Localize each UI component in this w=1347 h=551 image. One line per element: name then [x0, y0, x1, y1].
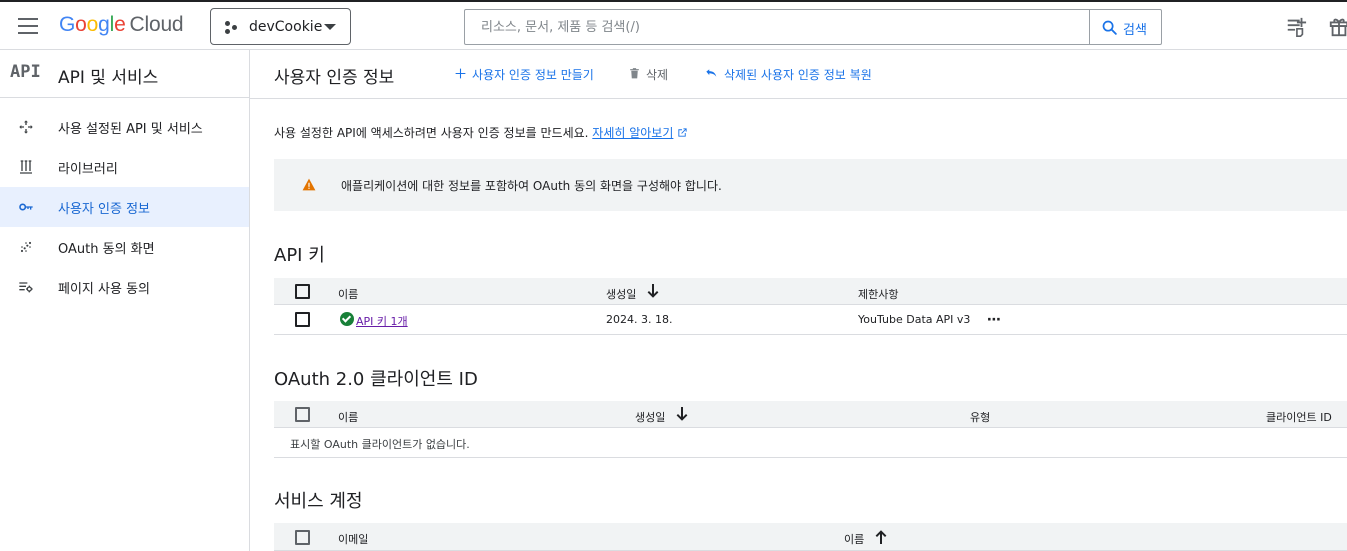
- chevron-down-icon: [324, 24, 336, 30]
- empty-message: 표시할 OAuth 클라이언트가 없습니다.: [290, 438, 470, 451]
- learn-more-link[interactable]: 자세히 알아보기: [592, 126, 673, 140]
- logo-letter: G: [59, 13, 76, 36]
- api-key-link[interactable]: API 키 1개: [356, 313, 408, 329]
- oauth-warning-banner: 애플리케이션에 대한 정보를 포함하여 OAuth 동의 화면을 구성해야 합니…: [274, 159, 1347, 211]
- service-accounts-title: 서비스 계정: [274, 491, 363, 512]
- table-header: 이메일 이름: [274, 523, 1347, 551]
- warning-icon: [302, 178, 316, 191]
- column-header-name[interactable]: 이름: [338, 409, 358, 425]
- column-header-email[interactable]: 이메일: [338, 531, 368, 547]
- create-credentials-button[interactable]: 사용자 인증 정보 만들기: [454, 66, 604, 82]
- sidebar-item-label: 사용자 인증 정보: [58, 202, 150, 217]
- logo-letter: g: [98, 13, 110, 36]
- sidebar-item-credentials[interactable]: 사용자 인증 정보: [0, 187, 249, 227]
- main-content: 사용자 인증 정보 사용자 인증 정보 만들기 삭제 삭제된 사용자 인증 정보…: [250, 50, 1347, 551]
- action-bar: 사용자 인증 정보 사용자 인증 정보 만들기 삭제 삭제된 사용자 인증 정보…: [250, 50, 1347, 99]
- gift-icon[interactable]: [1328, 16, 1347, 38]
- project-name: devCookie: [249, 19, 323, 35]
- dots-project-icon: [225, 21, 239, 35]
- create-credentials-label: 사용자 인증 정보 만들기: [472, 68, 594, 82]
- table-header: 이름 생성일 유형 클라이언트 ID: [274, 401, 1347, 428]
- service-accounts-table: 이메일 이름: [274, 523, 1347, 551]
- restriction-value: YouTube Data API v3: [858, 313, 971, 326]
- column-header-name[interactable]: 이름: [844, 531, 864, 547]
- project-picker[interactable]: devCookie: [210, 8, 351, 45]
- trash-icon: [630, 68, 639, 79]
- api-keys-table: 이름 생성일 제한사항 API 키 1개 2024. 3. 18. YouTub…: [274, 278, 1347, 335]
- dots-grid-icon: [20, 241, 32, 253]
- google-cloud-logo[interactable]: Google Cloud: [59, 13, 184, 37]
- sidebar-item-label: 사용 설정된 API 및 서비스: [58, 122, 203, 137]
- sidebar-title: API 및 서비스: [58, 68, 159, 88]
- delete-label: 삭제: [646, 68, 669, 82]
- column-header-created[interactable]: 생성일: [635, 409, 665, 425]
- logo-letter: o: [86, 13, 99, 36]
- api-logo-icon: API: [10, 62, 41, 82]
- column-header-created[interactable]: 생성일: [606, 286, 636, 302]
- warning-message: 애플리케이션에 대한 정보를 포함하여 OAuth 동의 화면을 구성해야 합니…: [341, 179, 722, 193]
- intro-message: 사용 설정한 API에 액세스하려면 사용자 인증 정보를 만드세요.: [274, 126, 589, 140]
- move-arrows-icon: [19, 120, 33, 134]
- sidebar-item-page-consent[interactable]: 페이지 사용 동의: [0, 267, 249, 307]
- search-input[interactable]: [465, 10, 1089, 44]
- more-actions-icon[interactable]: ⋯: [987, 312, 1002, 328]
- select-all-checkbox[interactable]: [295, 407, 310, 422]
- intro-text: 사용 설정한 API에 액세스하려면 사용자 인증 정보를 만드세요. 자세히 …: [274, 124, 688, 141]
- sidebar-item-library[interactable]: 라이브러리: [0, 147, 249, 187]
- top-bar: GoogleCloud devCookie 검색: [0, 0, 1347, 50]
- check-circle-icon: [340, 312, 354, 326]
- api-keys-title: API 키: [274, 245, 325, 266]
- select-all-checkbox[interactable]: [295, 284, 310, 299]
- undo-icon: [706, 69, 717, 77]
- oauth-clients-title: OAuth 2.0 클라이언트 ID: [274, 369, 478, 390]
- column-header-client-id[interactable]: 클라이언트 ID: [1266, 409, 1332, 425]
- logo-cloud-text: Cloud: [129, 13, 184, 36]
- library-icon: [20, 160, 32, 174]
- column-header-name[interactable]: 이름: [338, 286, 358, 302]
- sidebar-item-label: OAuth 동의 화면: [58, 242, 155, 257]
- table-header: 이름 생성일 제한사항: [274, 278, 1347, 305]
- sidebar-item-enabled-apis[interactable]: 사용 설정된 API 및 서비스: [0, 107, 249, 147]
- key-icon: [19, 203, 33, 211]
- sidebar: API API 및 서비스 사용 설정된 API 및 서비스 라이브러리 사용자…: [0, 50, 250, 551]
- logo-letter: o: [75, 13, 87, 36]
- sort-down-icon[interactable]: [676, 407, 688, 421]
- sidebar-nav: 사용 설정된 API 및 서비스 라이브러리 사용자 인증 정보 OAuth 동…: [0, 107, 249, 307]
- select-all-checkbox[interactable]: [295, 530, 310, 545]
- external-link-icon: [678, 128, 687, 137]
- logo-letter: e: [114, 13, 126, 36]
- sidebar-item-label: 페이지 사용 동의: [58, 282, 150, 297]
- empty-row: 표시할 OAuth 클라이언트가 없습니다.: [274, 428, 1347, 458]
- sidebar-header: API API 및 서비스: [0, 50, 249, 98]
- page-title: 사용자 인증 정보: [274, 68, 395, 88]
- sort-down-icon[interactable]: [647, 284, 659, 298]
- column-header-type[interactable]: 유형: [970, 409, 990, 425]
- search-bar: 검색: [464, 9, 1162, 45]
- sidebar-item-label: 라이브러리: [58, 162, 118, 177]
- search-button[interactable]: 검색: [1089, 10, 1161, 44]
- search-button-label: 검색: [1123, 23, 1147, 38]
- search-icon: [1102, 20, 1117, 35]
- delete-button[interactable]: 삭제: [628, 66, 678, 82]
- restore-deleted-label: 삭제된 사용자 인증 정보 복원: [724, 68, 872, 82]
- created-date: 2024. 3. 18.: [606, 313, 673, 326]
- plus-icon: [455, 68, 466, 79]
- oauth-clients-table: 이름 생성일 유형 클라이언트 ID 표시할 OAuth 클라이언트가 없습니다…: [274, 401, 1347, 458]
- menu-icon[interactable]: [18, 18, 38, 34]
- column-header-restrictions[interactable]: 제한사항: [858, 286, 898, 302]
- sidebar-item-oauth-consent[interactable]: OAuth 동의 화면: [0, 227, 249, 267]
- notes-icon[interactable]: [1285, 16, 1307, 38]
- restore-deleted-button[interactable]: 삭제된 사용자 인증 정보 복원: [704, 66, 884, 82]
- settings-list-icon: [19, 282, 33, 293]
- table-row: API 키 1개 2024. 3. 18. YouTube Data API v…: [274, 305, 1347, 335]
- sort-up-icon[interactable]: [875, 530, 887, 544]
- row-checkbox[interactable]: [295, 312, 310, 327]
